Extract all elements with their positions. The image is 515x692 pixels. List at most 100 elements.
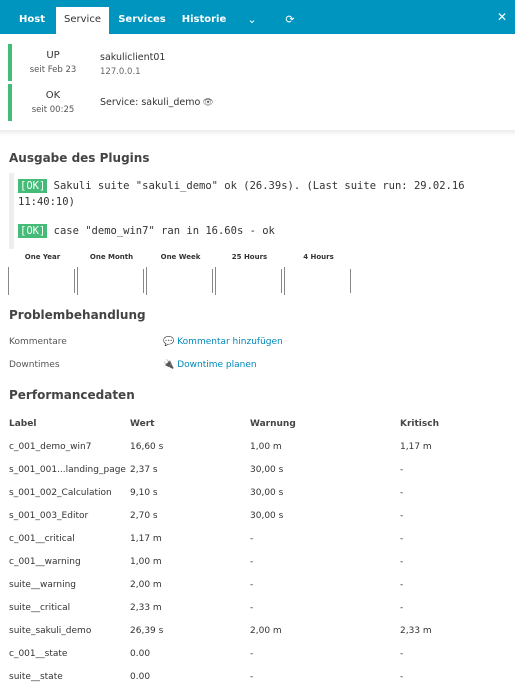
service-name-wrap: Service: sakuli_demo 👁 (100, 84, 214, 122)
cell-value: 0.00 (130, 648, 151, 659)
tab-services[interactable]: Services (113, 7, 171, 34)
cell-label: s_001_001...landing_page (9, 464, 126, 475)
host-name[interactable]: sakuliclient01 (100, 51, 165, 65)
col-warning: Warnung (250, 418, 296, 429)
cell-warning: 1,00 m (250, 441, 282, 452)
graph-border (281, 269, 282, 293)
cell-value: 0.00 (130, 671, 151, 682)
status-block: UP seit Feb 23 sakuliclient01 127.0.0.1 … (8, 44, 268, 124)
service-state: OK seit 00:25 (16, 89, 90, 117)
cell-warning: - (250, 533, 254, 544)
performance-data-title: Performancedaten (9, 388, 135, 402)
graph-border (77, 267, 78, 295)
schedule-downtime-link[interactable]: 🔌 Downtime planen (163, 360, 257, 370)
cell-warning: 2,00 m (250, 625, 282, 636)
plugin-output-line: [OK] case "demo_win7" ran in 16.60s - ok (18, 223, 509, 239)
host-state-since: seit Feb 23 (29, 65, 77, 75)
cell-value: 2,70 s (130, 510, 158, 521)
graph-25-hours[interactable]: 25 Hours (215, 253, 284, 297)
cell-label: c_001__state (9, 648, 68, 659)
cell-warning: - (250, 671, 254, 682)
cell-critical: 2,33 m (400, 625, 432, 636)
cell-label: suite__critical (9, 602, 71, 613)
top-tab-bar: Host Service Services Historie ⌄ ⟳ ✕ (0, 0, 515, 34)
cell-critical: - (400, 671, 404, 682)
ok-badge: [OK] (18, 179, 48, 193)
graph-4-hours[interactable]: 4 Hours (284, 253, 353, 297)
cell-warning: 30,00 s (250, 510, 284, 521)
table-row: suite_sakuli_demo 26,39 s 2,00 m 2,33 m (9, 619, 500, 642)
cell-label: c_001__warning (9, 556, 81, 567)
table-row: s_001_003_Editor 2,70 s 30,00 s - (9, 504, 500, 527)
cell-warning: - (250, 579, 254, 590)
cell-label: s_001_002_Calculation (9, 487, 112, 498)
tab-service[interactable]: Service (56, 7, 109, 34)
col-label: Label (9, 418, 37, 429)
cell-critical: - (400, 533, 404, 544)
graph-border (74, 269, 75, 293)
plugin-output-title: Ausgabe des Plugins (9, 151, 150, 165)
cell-critical: 1,17 m (400, 441, 432, 452)
graph-one-week[interactable]: One Week (146, 253, 215, 297)
cell-critical: - (400, 510, 404, 521)
cell-value: 2,00 m (130, 579, 162, 590)
host-address: 127.0.0.1 (100, 67, 141, 77)
cell-label: suite_sakuli_demo (9, 625, 92, 636)
cell-label: c_001__critical (9, 533, 75, 544)
eye-slash-icon: 👁 (202, 98, 214, 108)
cell-value: 26,39 s (130, 625, 164, 636)
table-row: c_001__critical 1,17 m - - (9, 527, 500, 550)
graph-border (284, 267, 285, 295)
downtimes-label: Downtimes (9, 360, 60, 370)
chevron-down-icon[interactable]: ⌄ (240, 7, 264, 34)
cell-value: 16,60 s (130, 441, 164, 452)
graph-border (143, 269, 144, 293)
cell-warning: 30,00 s (250, 464, 284, 475)
cell-value: 2,37 s (130, 464, 158, 475)
cell-warning: - (250, 556, 254, 567)
plug-icon: 🔌 (163, 360, 175, 370)
problem-handling-title: Problembehandlung (9, 308, 146, 322)
add-comment-link[interactable]: 💬 Kommentar hinzufügen (163, 337, 283, 347)
table-row: c_001__warning 1,00 m - - (9, 550, 500, 573)
table-row: s_001_001...landing_page 2,37 s 30,00 s - (9, 458, 500, 481)
table-row: s_001_002_Calculation 9,10 s 30,00 s - (9, 481, 500, 504)
table-row: suite__critical 2,33 m - - (9, 596, 500, 619)
tab-host[interactable]: Host (10, 7, 54, 34)
refresh-icon[interactable]: ⟳ (278, 7, 302, 34)
header-divider (0, 130, 515, 136)
graph-one-month[interactable]: One Month (77, 253, 146, 297)
host-info: sakuliclient01 127.0.0.1 (100, 51, 165, 79)
plugin-output-text: case "demo_win7" ran in 16.60s - ok (47, 225, 275, 237)
cell-warning: - (250, 648, 254, 659)
cell-critical: - (400, 464, 404, 475)
graph-border (215, 267, 216, 295)
plugin-output-line: [OK] Sakuli suite "sakuli_demo" ok (26.3… (18, 178, 509, 210)
graph-title: One Year (24, 253, 61, 261)
table-row: c_001_demo_win7 16,60 s 1,00 m 1,17 m (9, 435, 500, 458)
graph-border (146, 267, 147, 295)
cell-warning: - (250, 602, 254, 613)
graph-title: One Month (89, 253, 134, 261)
graph-title: One Week (160, 253, 201, 261)
cell-critical: - (400, 556, 404, 567)
host-status-row: UP seit Feb 23 sakuliclient01 127.0.0.1 (8, 44, 268, 81)
col-critical: Kritisch (400, 418, 439, 429)
cell-label: suite__state (9, 671, 63, 682)
cell-critical: - (400, 648, 404, 659)
tab-historie[interactable]: Historie (178, 7, 230, 34)
cell-value: 1,17 m (130, 533, 162, 544)
service-status-row: OK seit 00:25 Service: sakuli_demo 👁 (8, 84, 268, 121)
host-state: UP seit Feb 23 (16, 49, 90, 77)
add-comment-label: Kommentar hinzufügen (177, 337, 283, 347)
comment-icon: 💬 (163, 337, 175, 347)
graph-border (350, 269, 351, 293)
graph-one-year[interactable]: One Year (8, 253, 77, 297)
cell-value: 1,00 m (130, 556, 162, 567)
service-name: Service: sakuli_demo (100, 97, 201, 108)
cell-warning: 30,00 s (250, 487, 284, 498)
schedule-downtime-label: Downtime planen (177, 360, 257, 370)
close-icon[interactable]: ✕ (497, 10, 507, 24)
cell-critical: - (400, 579, 404, 590)
host-state-label: UP (46, 50, 60, 61)
